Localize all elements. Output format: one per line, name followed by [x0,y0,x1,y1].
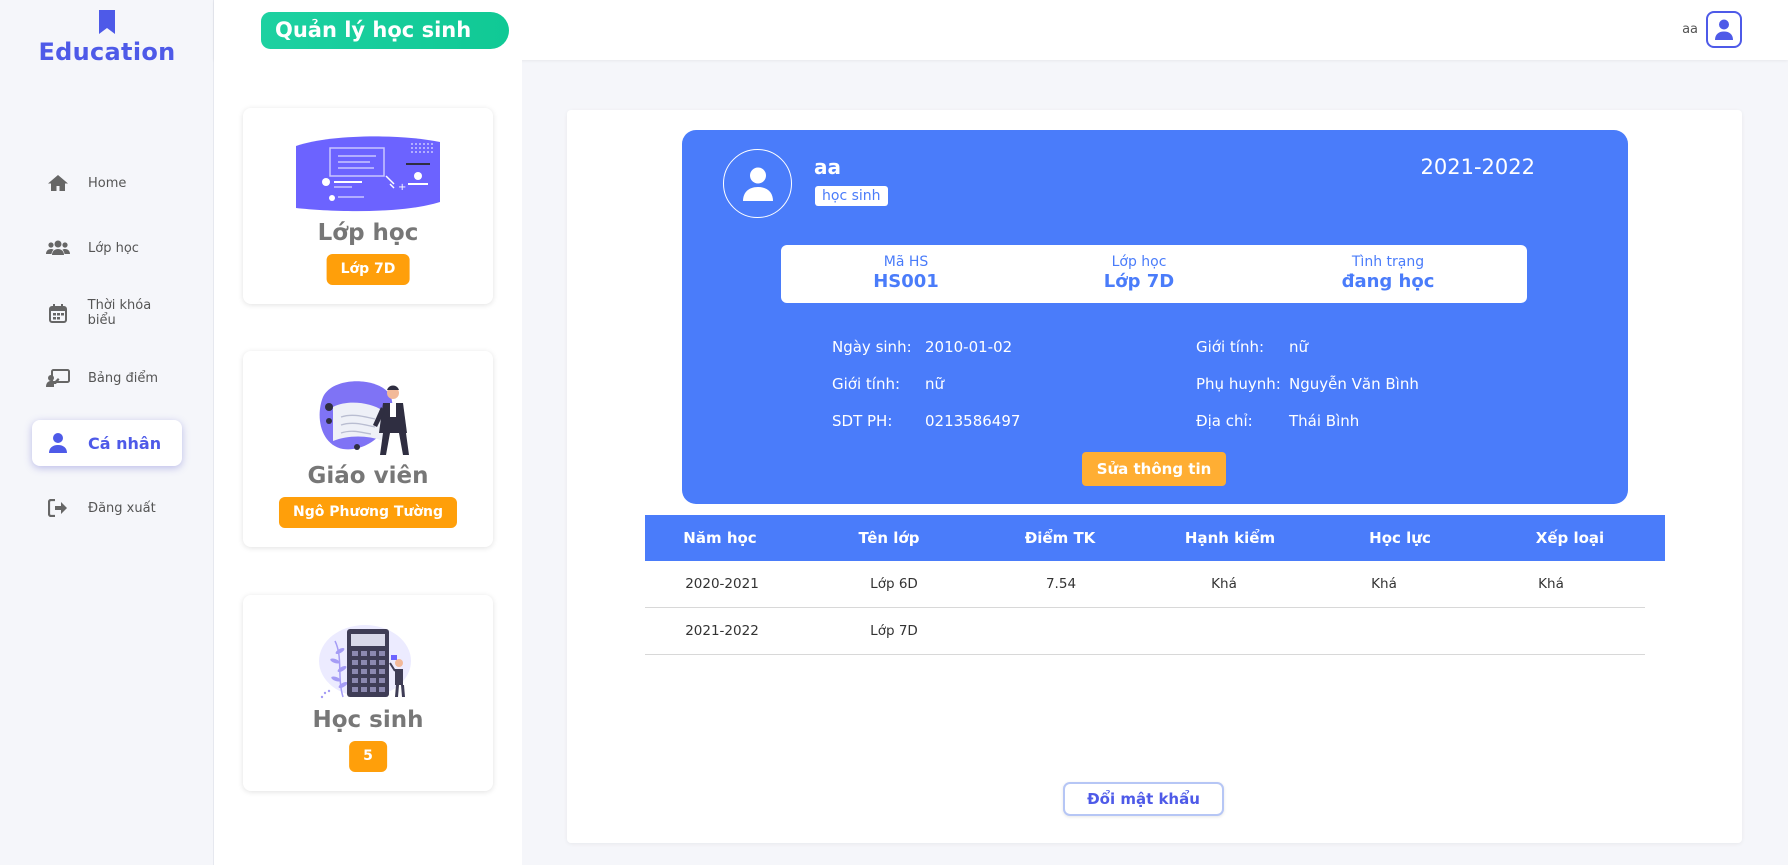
detail-row: SDT PH: 0213586497 Địa chỉ: Thái Bình [832,412,1552,432]
birth-date-label: Ngày sinh: [832,338,912,356]
sidebar-item-label: Cá nhân [88,433,162,453]
address-value: Thái Bình [1289,412,1360,430]
logo-text: Education [38,38,176,66]
table-cell: Khá [1538,576,1564,592]
sidebar-item-label: Lớp học [88,240,139,256]
person-icon [46,433,70,453]
sidebar-item-home[interactable]: Home [32,160,182,206]
svg-text:+: + [398,182,406,193]
user-avatar-button[interactable] [1706,11,1742,48]
class-card-title: Lớp học [317,220,419,246]
student-status-value: đang học [1341,271,1435,292]
column-header: Tên lớp [858,529,920,547]
sidebar-item-label: Bảng điểm [88,370,159,386]
gender-label: Giới tính: [832,375,901,393]
table-cell: 2020-2021 [685,576,759,592]
parent-value: Nguyễn Văn Bình [1289,375,1419,393]
student-class-label: Lớp học [1111,254,1167,270]
calendar-icon [46,303,70,323]
parent-phone-label: SDT PH: [832,412,893,430]
change-password-button[interactable]: Đổi mật khẩu [1063,782,1224,816]
classroom-illustration: + [243,134,493,214]
table-cell: 2021-2022 [685,623,759,639]
table-cell: Lớp 7D [870,623,918,639]
user-icon [742,167,773,201]
column-header: Xếp loại [1535,529,1605,547]
teacher-card[interactable]: Giáo viên Ngô Phương Tường [243,351,493,547]
bookmark-icon [99,10,115,34]
summary-column: + Lớp học Lớp 7D Giáo viên Ngô Phương Tư… [214,60,522,865]
sidebar-nav: Home Lớp học Thời khóa biểu Bảng điểm Cá… [0,160,214,550]
profile-role-badge: học sinh [815,186,888,206]
gender-value: nữ [1289,338,1309,356]
user-icon [1715,19,1733,40]
table-cell [1149,608,1299,654]
table-cell: 7.54 [1045,576,1077,592]
class-card[interactable]: + Lớp học Lớp 7D [243,108,493,304]
users-icon [46,238,70,258]
sidebar: Education Home Lớp học Thời khóa biểu Bả… [0,0,214,865]
table-row: 2021-2022 Lớp 7D [645,608,1645,655]
table-cell [1309,608,1459,654]
student-summary-box: Mã HS HS001 Lớp học Lớp 7D Tình trạng đa… [781,245,1527,303]
students-card[interactable]: Học sinh 5 [243,595,493,791]
user-name: aa [1682,22,1698,37]
sidebar-item-timetable[interactable]: Thời khóa biểu [32,290,182,336]
parent-label: Phụ huynh: [1196,375,1281,393]
edit-info-button[interactable]: Sửa thông tin [1082,452,1226,486]
logo[interactable]: Education [0,10,214,66]
gender-value: nữ [925,375,945,393]
home-icon [46,173,70,193]
teacher-card-title: Giáo viên [307,463,429,489]
sign-out-icon [46,498,70,518]
table-cell: Khá [1371,576,1397,592]
profile-card: aa học sinh 2021-2022 Mã HS HS001 Lớp họ… [682,130,1628,504]
table-row: 2020-2021 Lớp 6D 7.54 Khá Khá Khá [645,561,1645,608]
page-title: Quản lý học sinh [261,12,510,49]
class-badge: Lớp 7D [326,254,410,285]
sidebar-item-gradebook[interactable]: Bảng điểm [32,355,182,401]
student-id: Mã HS HS001 [806,254,1006,292]
gender-label: Giới tính: [1196,338,1265,356]
column-header: Hạnh kiểm [1184,529,1276,547]
column-header: Điểm TK [1024,529,1096,547]
student-status: Tình trạng đang học [1288,254,1488,292]
detail-row: Giới tính: nữ Phụ huynh: Nguyễn Văn Bình [832,375,1552,395]
birth-date-value: 2010-01-02 [925,338,1013,356]
column-header: Năm học [683,529,757,547]
teacher-illustration [243,377,493,457]
teacher-badge: Ngô Phương Tường [278,497,458,528]
table-header: Năm học Tên lớp Điểm TK Hạnh kiểm Học lự… [645,515,1665,561]
sidebar-item-label: Home [88,175,127,191]
profile-avatar [723,149,792,218]
table-cell [986,608,1136,654]
address-label: Địa chỉ: [1196,412,1253,430]
sidebar-item-label: Đăng xuất [88,500,156,516]
teacher-board-icon [46,368,70,388]
sidebar-item-label: Thời khóa biểu [87,298,152,328]
sidebar-item-personal[interactable]: Cá nhân [32,420,182,466]
column-header: Học lực [1369,529,1431,547]
grades-table: Năm học Tên lớp Điểm TK Hạnh kiểm Học lự… [645,515,1665,655]
student-id-value: HS001 [873,271,939,292]
parent-phone-value: 0213586497 [925,412,1021,430]
sidebar-item-logout[interactable]: Đăng xuất [32,485,182,531]
detail-row: Ngày sinh: 2010-01-02 Giới tính: nữ [832,338,1552,358]
student-class: Lớp học Lớp 7D [1039,254,1239,292]
table-cell: Lớp 6D [870,576,918,592]
sidebar-item-classes[interactable]: Lớp học [32,225,182,271]
calculator-illustration [243,621,493,701]
student-class-value: Lớp 7D [1103,271,1175,292]
student-status-label: Tình trạng [1351,254,1425,270]
table-cell [1476,608,1626,654]
student-id-label: Mã HS [883,254,929,270]
profile-name: aa [814,155,841,179]
students-card-title: Học sinh [312,707,424,733]
top-bar: Quản lý học sinh aa [214,0,1788,60]
school-year: 2021-2022 [1420,155,1535,179]
students-count-badge: 5 [349,741,387,772]
table-cell: Khá [1211,576,1237,592]
